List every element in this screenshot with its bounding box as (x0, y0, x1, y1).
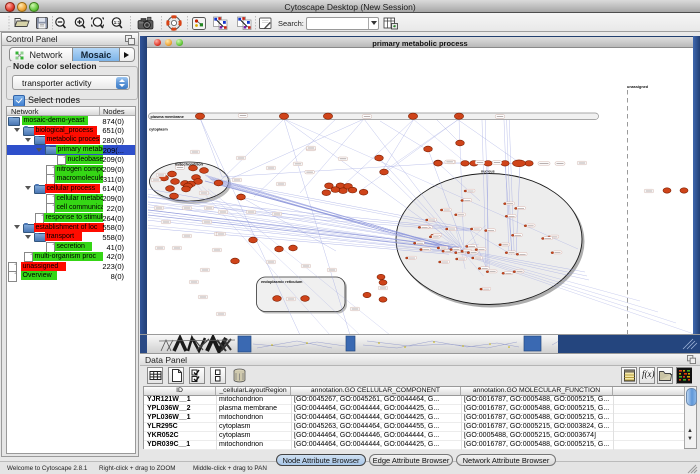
svg-text:cytoplasm: cytoplasm (149, 128, 168, 132)
svg-text:unassigned: unassigned (627, 85, 649, 89)
svg-text:1:1: 1:1 (114, 20, 121, 25)
svg-text:plasma membrane: plasma membrane (151, 115, 184, 119)
